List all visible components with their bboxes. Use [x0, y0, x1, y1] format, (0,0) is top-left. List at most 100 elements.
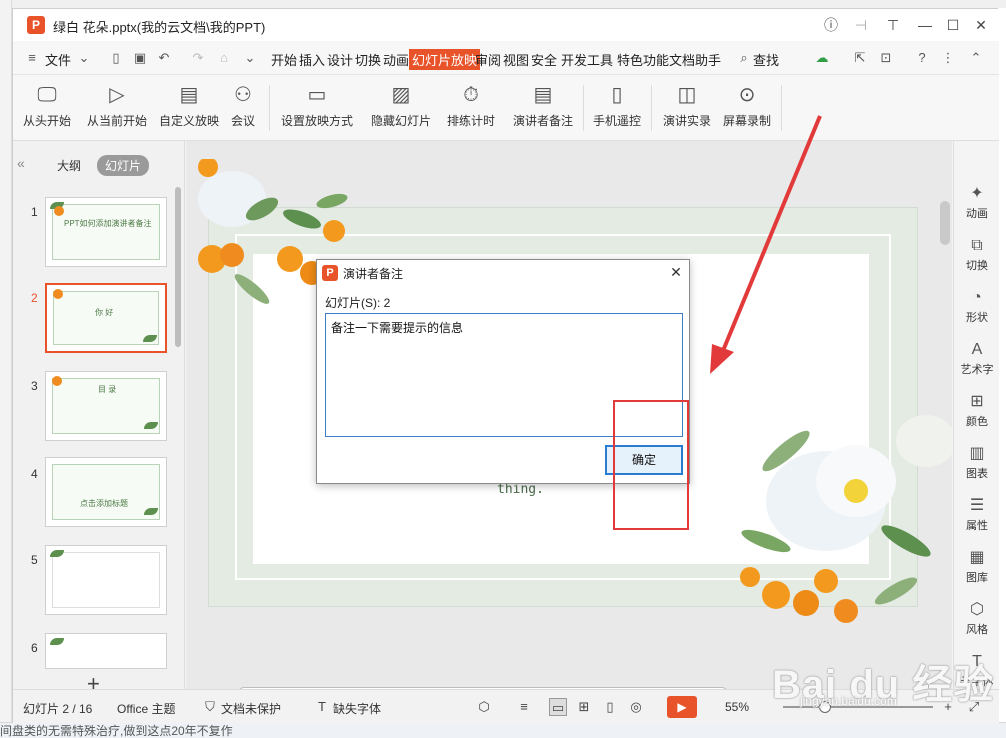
missing-font[interactable]: 缺失字体: [333, 700, 381, 717]
slide-thumbnail[interactable]: 点击添加标题: [45, 457, 167, 527]
tab-review[interactable]: 审阅: [475, 50, 501, 69]
maximize-icon[interactable]: ☐: [943, 15, 963, 35]
right-gallery-button[interactable]: ▦ 图库: [954, 549, 1000, 585]
right-shape-button[interactable]: ◔ 形状: [954, 289, 1000, 325]
style-icon: ⬡: [970, 601, 984, 618]
undo-icon[interactable]: ↶: [155, 49, 173, 67]
new-doc-icon[interactable]: ▯: [107, 49, 125, 67]
skin-icon[interactable]: ⊤: [883, 15, 903, 35]
right-shape-label: 形状: [966, 312, 988, 324]
hide-slide-label: 隐藏幻灯片: [370, 114, 431, 128]
setup-show-button[interactable]: ▭ 设置放映方式: [275, 81, 359, 135]
annotation-arrow: [710, 115, 822, 374]
phone-remote-button[interactable]: ▯ 手机遥控: [583, 81, 651, 135]
vertical-scrollbar[interactable]: [940, 201, 950, 245]
tab-start[interactable]: 开始: [271, 50, 297, 69]
tab-features[interactable]: 特色功能: [617, 50, 669, 69]
speaker-notes-button[interactable]: ▤ 演讲者备注: [507, 81, 579, 135]
slide-thumbnail[interactable]: PPT如何添加演讲者备注: [45, 197, 167, 267]
slide-thumbnail[interactable]: 目 录: [45, 371, 167, 441]
thumbnail-text: 点击添加标题: [80, 499, 128, 508]
hide-slide-button[interactable]: ▨ 隐藏幻灯片: [367, 81, 435, 135]
meeting-icon: ⚇: [234, 84, 252, 106]
right-properties-button[interactable]: ☰ 属性: [954, 497, 1000, 533]
info-icon[interactable]: ⓘ: [821, 15, 841, 35]
right-style-button[interactable]: ⬡ 风格: [954, 601, 1000, 637]
rehearse-timing-button[interactable]: ⏱ 排练计时: [437, 81, 505, 135]
ribbon-separator: [651, 85, 652, 131]
tab-animation[interactable]: 动画: [383, 50, 409, 69]
tab-slides[interactable]: 幻灯片: [97, 155, 150, 176]
slide-thumbnail-selected[interactable]: 你 好: [45, 283, 167, 353]
reading-view-icon[interactable]: ▯: [601, 698, 619, 716]
chevron-down-icon[interactable]: ⌄: [75, 49, 93, 67]
tab-design[interactable]: 设计: [327, 50, 353, 69]
close-icon[interactable]: ✕: [971, 15, 991, 35]
redo-icon[interactable]: ↷: [189, 49, 207, 67]
floral-decoration-bottom: [740, 415, 952, 623]
properties-icon: ☰: [969, 497, 985, 514]
right-chart-button[interactable]: ▥ 图表: [954, 445, 1000, 481]
cube-icon[interactable]: ⬡: [475, 698, 493, 716]
tab-view[interactable]: 视图: [503, 50, 529, 69]
play-circle-icon: ▷: [109, 84, 125, 106]
share-icon[interactable]: ⇱: [851, 49, 869, 67]
wps-logo-icon: P: [27, 16, 45, 34]
protection-status[interactable]: 文档未保护: [221, 700, 281, 717]
cloud-sync-icon[interactable]: ☁: [813, 49, 831, 67]
hide-slide-icon: ▨: [391, 84, 411, 106]
align-icon[interactable]: ≡: [515, 698, 533, 716]
notes-view-icon[interactable]: ◎: [627, 698, 645, 716]
shape-icon: ◔: [972, 289, 982, 306]
slide-number: 4: [31, 467, 38, 481]
slide-text[interactable]: thing.: [497, 482, 544, 497]
minimize-icon[interactable]: —: [915, 15, 935, 35]
more-options-icon[interactable]: ⋮: [939, 49, 957, 67]
zoom-level[interactable]: 55%: [725, 700, 749, 714]
right-art-text-button[interactable]: A 艺术字: [954, 341, 1000, 377]
save-icon[interactable]: ▣: [131, 49, 149, 67]
slide-number: 2: [31, 291, 38, 305]
wps-logo-icon: P: [322, 265, 338, 281]
search-icon[interactable]: ⌕: [735, 49, 753, 67]
slide-thumbnail[interactable]: [45, 633, 167, 669]
quick-access-dropdown-icon[interactable]: ⌄: [241, 49, 259, 67]
right-animation-button[interactable]: ✦ 动画: [954, 185, 1000, 221]
from-start-button[interactable]: 🖵 从头开始: [13, 81, 81, 135]
dialog-close-icon[interactable]: ✕: [667, 263, 685, 281]
meeting-button[interactable]: ⚇ 会议: [209, 81, 277, 135]
speaker-notes-icon: ▤: [533, 84, 553, 106]
search-label[interactable]: 查找: [753, 50, 779, 69]
theme-name[interactable]: Office 主题: [117, 700, 175, 717]
sorter-view-icon[interactable]: ⊞: [575, 698, 593, 716]
play-slideshow-button[interactable]: ▶: [667, 696, 697, 718]
pin-icon[interactable]: ⊣: [851, 15, 871, 35]
slide-number: 5: [31, 553, 38, 567]
file-menu[interactable]: 文件: [45, 50, 71, 69]
phone-remote-label: 手机遥控: [592, 114, 641, 128]
help-icon[interactable]: ?: [913, 49, 931, 67]
tab-developer[interactable]: 开发工具: [561, 50, 613, 69]
ribbon-separator: [269, 85, 270, 131]
thumbnail-text: 目 录: [98, 385, 117, 394]
tab-transition[interactable]: 切换: [355, 50, 381, 69]
collapse-pane-icon[interactable]: «: [17, 155, 25, 171]
slide-number: 6: [31, 641, 38, 655]
font-icon: T: [318, 699, 326, 714]
tab-security[interactable]: 安全: [531, 50, 557, 69]
tab-insert[interactable]: 插入: [299, 50, 325, 69]
hamburger-icon[interactable]: ≡: [23, 49, 41, 67]
dialog-title: 演讲者备注: [343, 267, 404, 281]
format-painter-icon[interactable]: ⌂: [215, 49, 233, 67]
tab-outline[interactable]: 大纲: [57, 157, 81, 174]
tab-doc-assistant[interactable]: 文档助手: [669, 50, 721, 69]
from-current-button[interactable]: ▷ 从当前开始: [79, 81, 155, 135]
right-transition-button[interactable]: ⧉ 切换: [954, 237, 1000, 273]
thumbnail-scrollbar[interactable]: [175, 187, 181, 347]
normal-view-icon[interactable]: ▭: [549, 698, 567, 716]
collaborate-icon[interactable]: ⊡: [877, 49, 895, 67]
collapse-ribbon-icon[interactable]: ⌃: [967, 49, 985, 67]
right-color-button[interactable]: ⊞ 颜色: [954, 393, 1000, 429]
tab-slideshow[interactable]: 幻灯片放映: [409, 49, 481, 70]
slide-thumbnail[interactable]: [45, 545, 167, 615]
